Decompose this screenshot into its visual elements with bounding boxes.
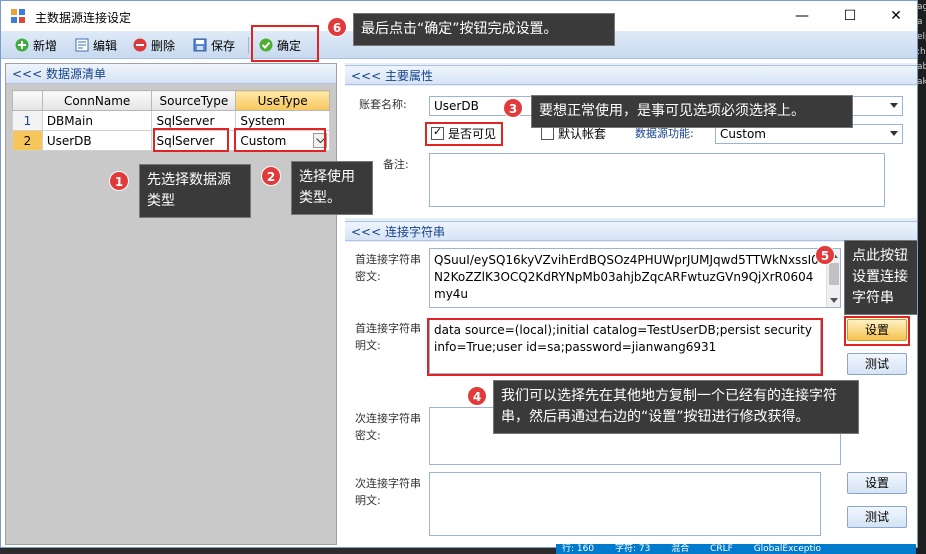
connection-string-header: <<< 连接字符串 <box>345 221 917 241</box>
save-icon <box>193 38 207 52</box>
account-name-value: UserDB <box>434 99 479 113</box>
highlight-sourcetype <box>153 128 229 152</box>
highlight-confirm <box>251 25 319 62</box>
minimize-button[interactable]: — <box>779 1 825 31</box>
secondary-plain-label: 次连接字符串明文: <box>355 477 421 507</box>
edit-button[interactable]: 编辑 <box>75 36 117 54</box>
remark-label: 备注: <box>383 158 409 171</box>
delete-button[interactable]: 删除 <box>133 36 175 54</box>
main-properties-header: <<< 主要属性 <box>345 65 917 85</box>
callout-3: 要想正常使用，是事可见选项必须选择上。 <box>531 95 853 128</box>
new-button[interactable]: 新增 <box>15 36 57 54</box>
primary-cipher-label: 首连接字符串密文: <box>355 253 421 283</box>
highlight-set-button <box>844 316 910 346</box>
highlight-visible <box>425 122 503 146</box>
edit-icon <box>75 38 89 52</box>
row-number: 2 <box>12 130 43 151</box>
callout-2: 选择使用类型。 <box>291 161 373 215</box>
toolbar-separator <box>248 37 249 53</box>
status-extra: GlobalExceptio <box>753 544 821 554</box>
maximize-button[interactable]: ☐ <box>827 1 873 31</box>
secondary-plain-textarea[interactable] <box>429 472 821 536</box>
remark-textarea[interactable] <box>429 153 885 207</box>
callout-4: 我们可以选择先在其他地方复制一个已经有的连接字符串，然后再通过右边的“设置”按钮… <box>493 380 859 434</box>
new-label: 新增 <box>33 38 58 53</box>
primary-test-button[interactable]: 测试 <box>847 353 907 375</box>
delete-label: 删除 <box>151 38 176 53</box>
primary-plain-label: 首连接字符串明文: <box>355 322 421 352</box>
col-header-sourcetype[interactable]: SourceType <box>151 90 237 111</box>
col-header-connname[interactable]: ConnName <box>41 90 153 111</box>
save-label: 保存 <box>211 38 236 53</box>
status-char: 字符: 73 <box>614 544 651 554</box>
row-number: 1 <box>12 110 43 131</box>
add-icon <box>15 38 29 52</box>
edit-label: 编辑 <box>93 38 118 53</box>
close-button[interactable]: ✕ <box>873 1 917 31</box>
checkbox-box <box>541 127 554 140</box>
primary-cipher-textarea[interactable]: QSuuI/eySQ16kyVZvihErdBQSOz4PHUWprJUMJqw… <box>429 248 841 308</box>
chevron-down-icon <box>890 103 898 108</box>
callout-1: 先选择数据源类型 <box>139 164 251 218</box>
status-line: 行: 160 <box>562 544 595 554</box>
badge-5: 5 <box>815 245 835 265</box>
badge-2: 2 <box>261 166 281 186</box>
badge-4: 4 <box>467 386 487 406</box>
delete-icon <box>133 38 147 52</box>
app-icon <box>11 9 25 23</box>
datasource-list-header: <<< 数据源清单 <box>6 64 336 84</box>
secondary-cipher-label: 次连接字符串密文: <box>355 412 421 442</box>
window-title: 主数据源连接设定 <box>35 11 132 25</box>
callout-6: 最后点击“确定”按钮完成设置。 <box>353 13 615 46</box>
cell-connname[interactable]: DBMain <box>41 110 153 131</box>
grid-corner <box>12 90 43 111</box>
badge-3: 3 <box>503 98 523 118</box>
badge-1: 1 <box>109 171 129 191</box>
status-mode: 混合 <box>671 544 690 554</box>
callout-5: 点此按钮设置连接字符串 <box>844 240 917 315</box>
datasource-function-value: Custom <box>720 127 766 141</box>
main-window: 主数据源连接设定 — ☐ ✕ 新增 编辑 删除 保存 确定 <<< 数据源清单 <box>0 0 918 548</box>
account-name-label: 账套名称: <box>359 98 407 111</box>
chevron-down-icon <box>890 131 898 136</box>
highlight-plaintext <box>427 318 823 376</box>
status-crlf: CRLF <box>710 544 733 554</box>
secondary-set-button[interactable]: 设置 <box>847 472 907 494</box>
highlight-usetype <box>234 128 326 152</box>
cell-connname[interactable]: UserDB <box>41 130 153 151</box>
save-button[interactable]: 保存 <box>193 36 235 54</box>
badge-6: 6 <box>327 17 347 37</box>
editor-status-bar: 行: 160 字符: 73 混合 CRLF GlobalExceptio <box>556 544 916 554</box>
primary-cipher-value: QSuuI/eySQ16kyVZvihErdBQSOz4PHUWprJUMJqw… <box>434 253 819 301</box>
col-header-usetype[interactable]: UseType <box>235 90 330 111</box>
secondary-test-button[interactable]: 测试 <box>847 506 907 528</box>
